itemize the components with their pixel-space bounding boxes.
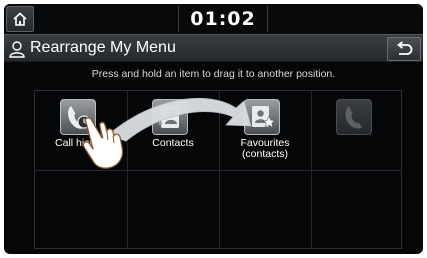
- menu-item-favourites[interactable]: Favourites (contacts): [219, 91, 311, 171]
- contacts-icon: [152, 99, 188, 135]
- page-title: Rearrange My Menu: [30, 39, 176, 56]
- phone-icon: [336, 99, 372, 135]
- menu-item-label: Contacts: [152, 137, 194, 149]
- user-icon: [9, 41, 25, 58]
- menu-item-call-history[interactable]: Call history: [35, 91, 127, 171]
- call-history-icon: [60, 99, 96, 135]
- home-icon: [13, 12, 27, 26]
- clock-time: 01:02: [190, 8, 256, 30]
- home-button[interactable]: [6, 6, 34, 32]
- menu-item-label: Favourites (contacts): [240, 137, 290, 160]
- favourite-contacts-icon: [244, 99, 280, 135]
- menu-grid: Call history Contacts Favourites (contac…: [34, 90, 402, 249]
- clock-area: 01:02: [178, 6, 268, 32]
- head-unit-screen: 01:02 Rearrange My Menu Press and hold a…: [4, 4, 423, 254]
- menu-item-contacts[interactable]: Contacts: [127, 91, 219, 171]
- back-arrow-icon: [397, 41, 413, 55]
- title-bar: Rearrange My Menu: [4, 34, 423, 62]
- back-button[interactable]: [387, 37, 421, 61]
- instruction-text: Press and hold an item to drag it to ano…: [91, 68, 336, 80]
- status-bar: 01:02: [4, 4, 423, 34]
- menu-item-phone[interactable]: [311, 91, 403, 171]
- menu-item-label: Call history: [55, 137, 107, 149]
